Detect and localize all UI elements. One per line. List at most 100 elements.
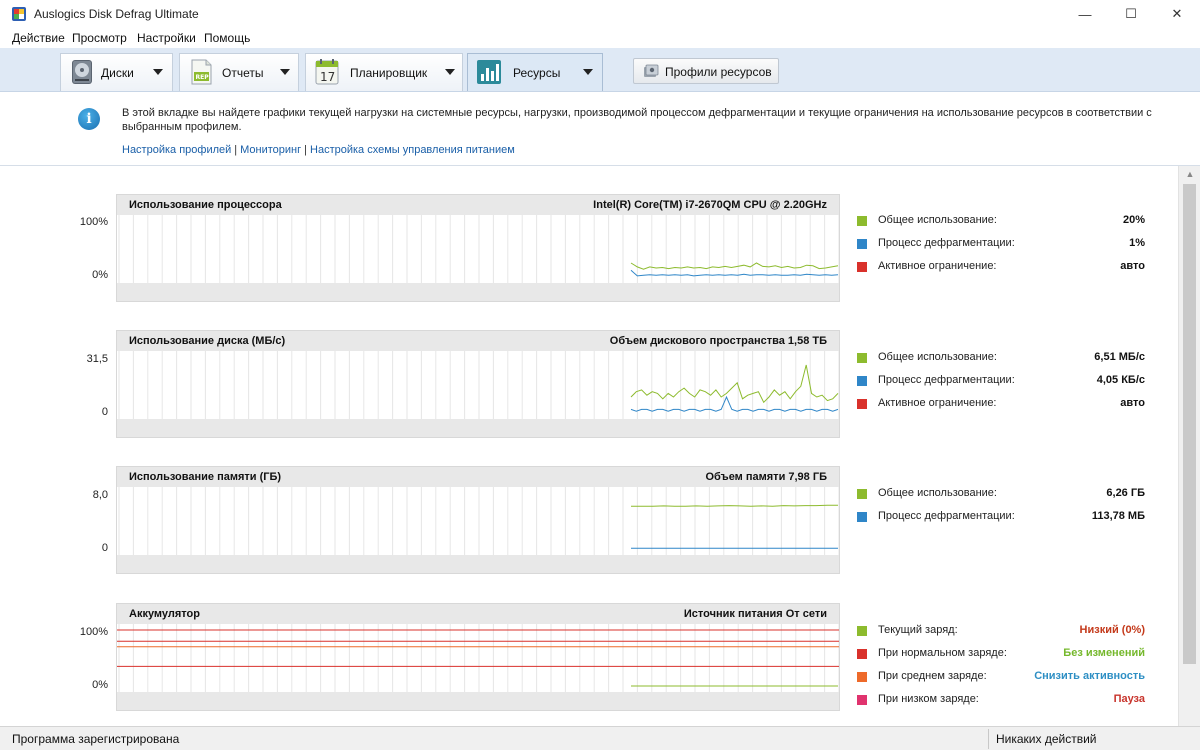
tab-disks[interactable]: Диски (60, 53, 173, 91)
status-divider (988, 729, 989, 749)
legend-label: Активное ограничение: (878, 260, 997, 272)
battery-ymax-label: 100% (79, 626, 108, 638)
series-line-1 (630, 269, 839, 277)
legend-label: Текущий заряд: (878, 624, 958, 636)
tab-scheduler-label: Планировщик (350, 66, 428, 80)
chevron-down-icon[interactable] (153, 69, 163, 75)
info-panel: i В этой вкладке вы найдете графики теку… (0, 92, 1200, 166)
legend-label: При нормальном заряде: (878, 647, 1007, 659)
legend-swatch (857, 672, 867, 682)
menu-help[interactable]: Помощь (204, 31, 250, 45)
legend-value: авто (1120, 397, 1145, 409)
disk-usage-panel: Использование диска (МБ/с) Объем дисково… (116, 330, 840, 438)
close-button[interactable]: ✕ (1154, 0, 1200, 28)
chevron-down-icon[interactable] (445, 69, 455, 75)
link-separator: | (234, 144, 238, 156)
chevron-down-icon[interactable] (280, 69, 290, 75)
legend-swatch (857, 512, 867, 522)
memory-legend-total: Общее использование: 6,26 ГБ (857, 487, 1145, 501)
series-line-0 (631, 504, 839, 507)
disk-icon (72, 60, 92, 84)
tab-resources[interactable]: Ресурсы (467, 53, 603, 91)
maximize-button[interactable]: ☐ (1108, 0, 1154, 28)
legend-value: 113,78 МБ (1091, 510, 1145, 522)
legend-label: Активное ограничение: (878, 397, 997, 409)
legend-swatch (857, 695, 867, 705)
battery-legend-normal: При нормальном заряде: Без изменений (857, 647, 1145, 661)
memory-legend-defrag: Процесс дефрагментации: 113,78 МБ (857, 510, 1145, 524)
battery-legend-medium: При среднем заряде: Снизить активность (857, 670, 1145, 684)
tab-reports-label: Отчеты (222, 66, 264, 80)
tab-scheduler[interactable]: 17 Планировщик (305, 53, 463, 91)
activity-status: Никаких действий (996, 732, 1097, 746)
resource-profiles-label: Профили ресурсов (665, 65, 772, 79)
menu-action[interactable]: Действие (12, 31, 65, 45)
battery-graph-svg (117, 624, 839, 692)
menu-bar: Действие Просмотр Настройки Помощь (0, 28, 1200, 48)
svg-text:REP: REP (196, 74, 210, 81)
memory-graph-svg (118, 487, 839, 555)
minimize-button[interactable]: — (1062, 0, 1108, 28)
resource-profiles-button[interactable]: Профили ресурсов (633, 58, 779, 84)
scroll-thumb[interactable] (1183, 184, 1196, 664)
memory-panel-title: Использование памяти (ГБ) (129, 471, 282, 483)
cpu-ymax-label: 100% (79, 216, 108, 228)
cpu-panel-title: Использование процессора (129, 199, 282, 211)
battery-panel: Аккумулятор Источник питания От сети (116, 603, 840, 711)
legend-value: 6,26 ГБ (1106, 487, 1145, 499)
legend-label: Общее использование: (878, 214, 997, 226)
info-links: Настройка профилей | Мониторинг | Настройка … (122, 144, 515, 156)
status-bar: Программа зарегистрирована Никаких дейст… (0, 726, 1200, 750)
resources-chart-icon (477, 60, 501, 84)
legend-value: 1% (1129, 237, 1145, 249)
legend-swatch (857, 626, 867, 636)
legend-label: Процесс дефрагментации: (878, 374, 1015, 386)
cpu-legend-total: Общее использование: 20% (857, 214, 1145, 228)
cpu-usage-panel: Использование процессора Intel(R) Core(T… (116, 194, 840, 302)
disk-graph-svg (118, 351, 839, 419)
link-power-scheme[interactable]: Настройка схемы управления питанием (310, 144, 515, 156)
link-profile-settings[interactable]: Настройка профилей (122, 144, 231, 156)
scroll-up-arrow-icon[interactable]: ▲ (1179, 166, 1200, 183)
calendar-icon: 17 (315, 59, 339, 85)
disk-ymin-label: 0 (101, 406, 108, 418)
legend-label: Процесс дефрагментации: (878, 237, 1015, 249)
disk-legend-total: Общее использование: 6,51 МБ/с (857, 351, 1145, 365)
cpu-model: Intel(R) Core(TM) i7-2670QM CPU @ 2.20GH… (593, 199, 827, 211)
app-logo-icon (12, 7, 26, 21)
legend-swatch (857, 353, 867, 363)
chevron-down-icon[interactable] (583, 69, 593, 75)
legend-value: Без изменений (1063, 647, 1145, 659)
disk-legend-defrag: Процесс дефрагментации: 4,05 КБ/с (857, 374, 1145, 388)
cpu-graph-svg (118, 215, 839, 283)
vertical-scrollbar[interactable]: ▲ (1178, 166, 1200, 726)
resources-content: 100% 0% Использование процессора Intel(R… (0, 166, 1178, 726)
link-separator: | (304, 144, 308, 156)
cpu-legend-defrag: Процесс дефрагментации: 1% (857, 237, 1145, 251)
menu-settings[interactable]: Настройки (137, 31, 196, 45)
app-window: Auslogics Disk Defrag Ultimate — ☐ ✕ Дей… (0, 0, 1200, 750)
menu-view[interactable]: Просмотр (72, 31, 127, 45)
report-icon: REP (191, 59, 212, 85)
legend-label: Общее использование: (878, 487, 997, 499)
tab-strip: Диски REP Отчеты 17 Планировщик Ресурсы … (0, 48, 1200, 92)
info-icon: i (78, 108, 100, 130)
tab-disks-label: Диски (101, 66, 134, 80)
series-line-0 (630, 364, 839, 404)
battery-panel-title: Аккумулятор (129, 608, 200, 620)
cpu-ymin-label: 0% (92, 269, 108, 281)
tab-reports[interactable]: REP Отчеты (179, 53, 299, 91)
info-description: В этой вкладке вы найдете графики текуще… (122, 107, 1152, 133)
cpu-legend-limit: Активное ограничение: авто (857, 260, 1145, 274)
memory-ymin-label: 0 (101, 542, 108, 554)
link-monitoring[interactable]: Мониторинг (240, 144, 301, 156)
legend-swatch (857, 262, 867, 272)
series-line-1 (630, 395, 839, 412)
memory-total: Объем памяти 7,98 ГБ (705, 471, 827, 483)
memory-usage-panel: Использование памяти (ГБ) Объем памяти 7… (116, 466, 840, 574)
legend-label: При среднем заряде: (878, 670, 987, 682)
battery-graph (117, 624, 839, 692)
legend-swatch (857, 649, 867, 659)
legend-swatch (857, 216, 867, 226)
tab-resources-label: Ресурсы (513, 66, 561, 80)
